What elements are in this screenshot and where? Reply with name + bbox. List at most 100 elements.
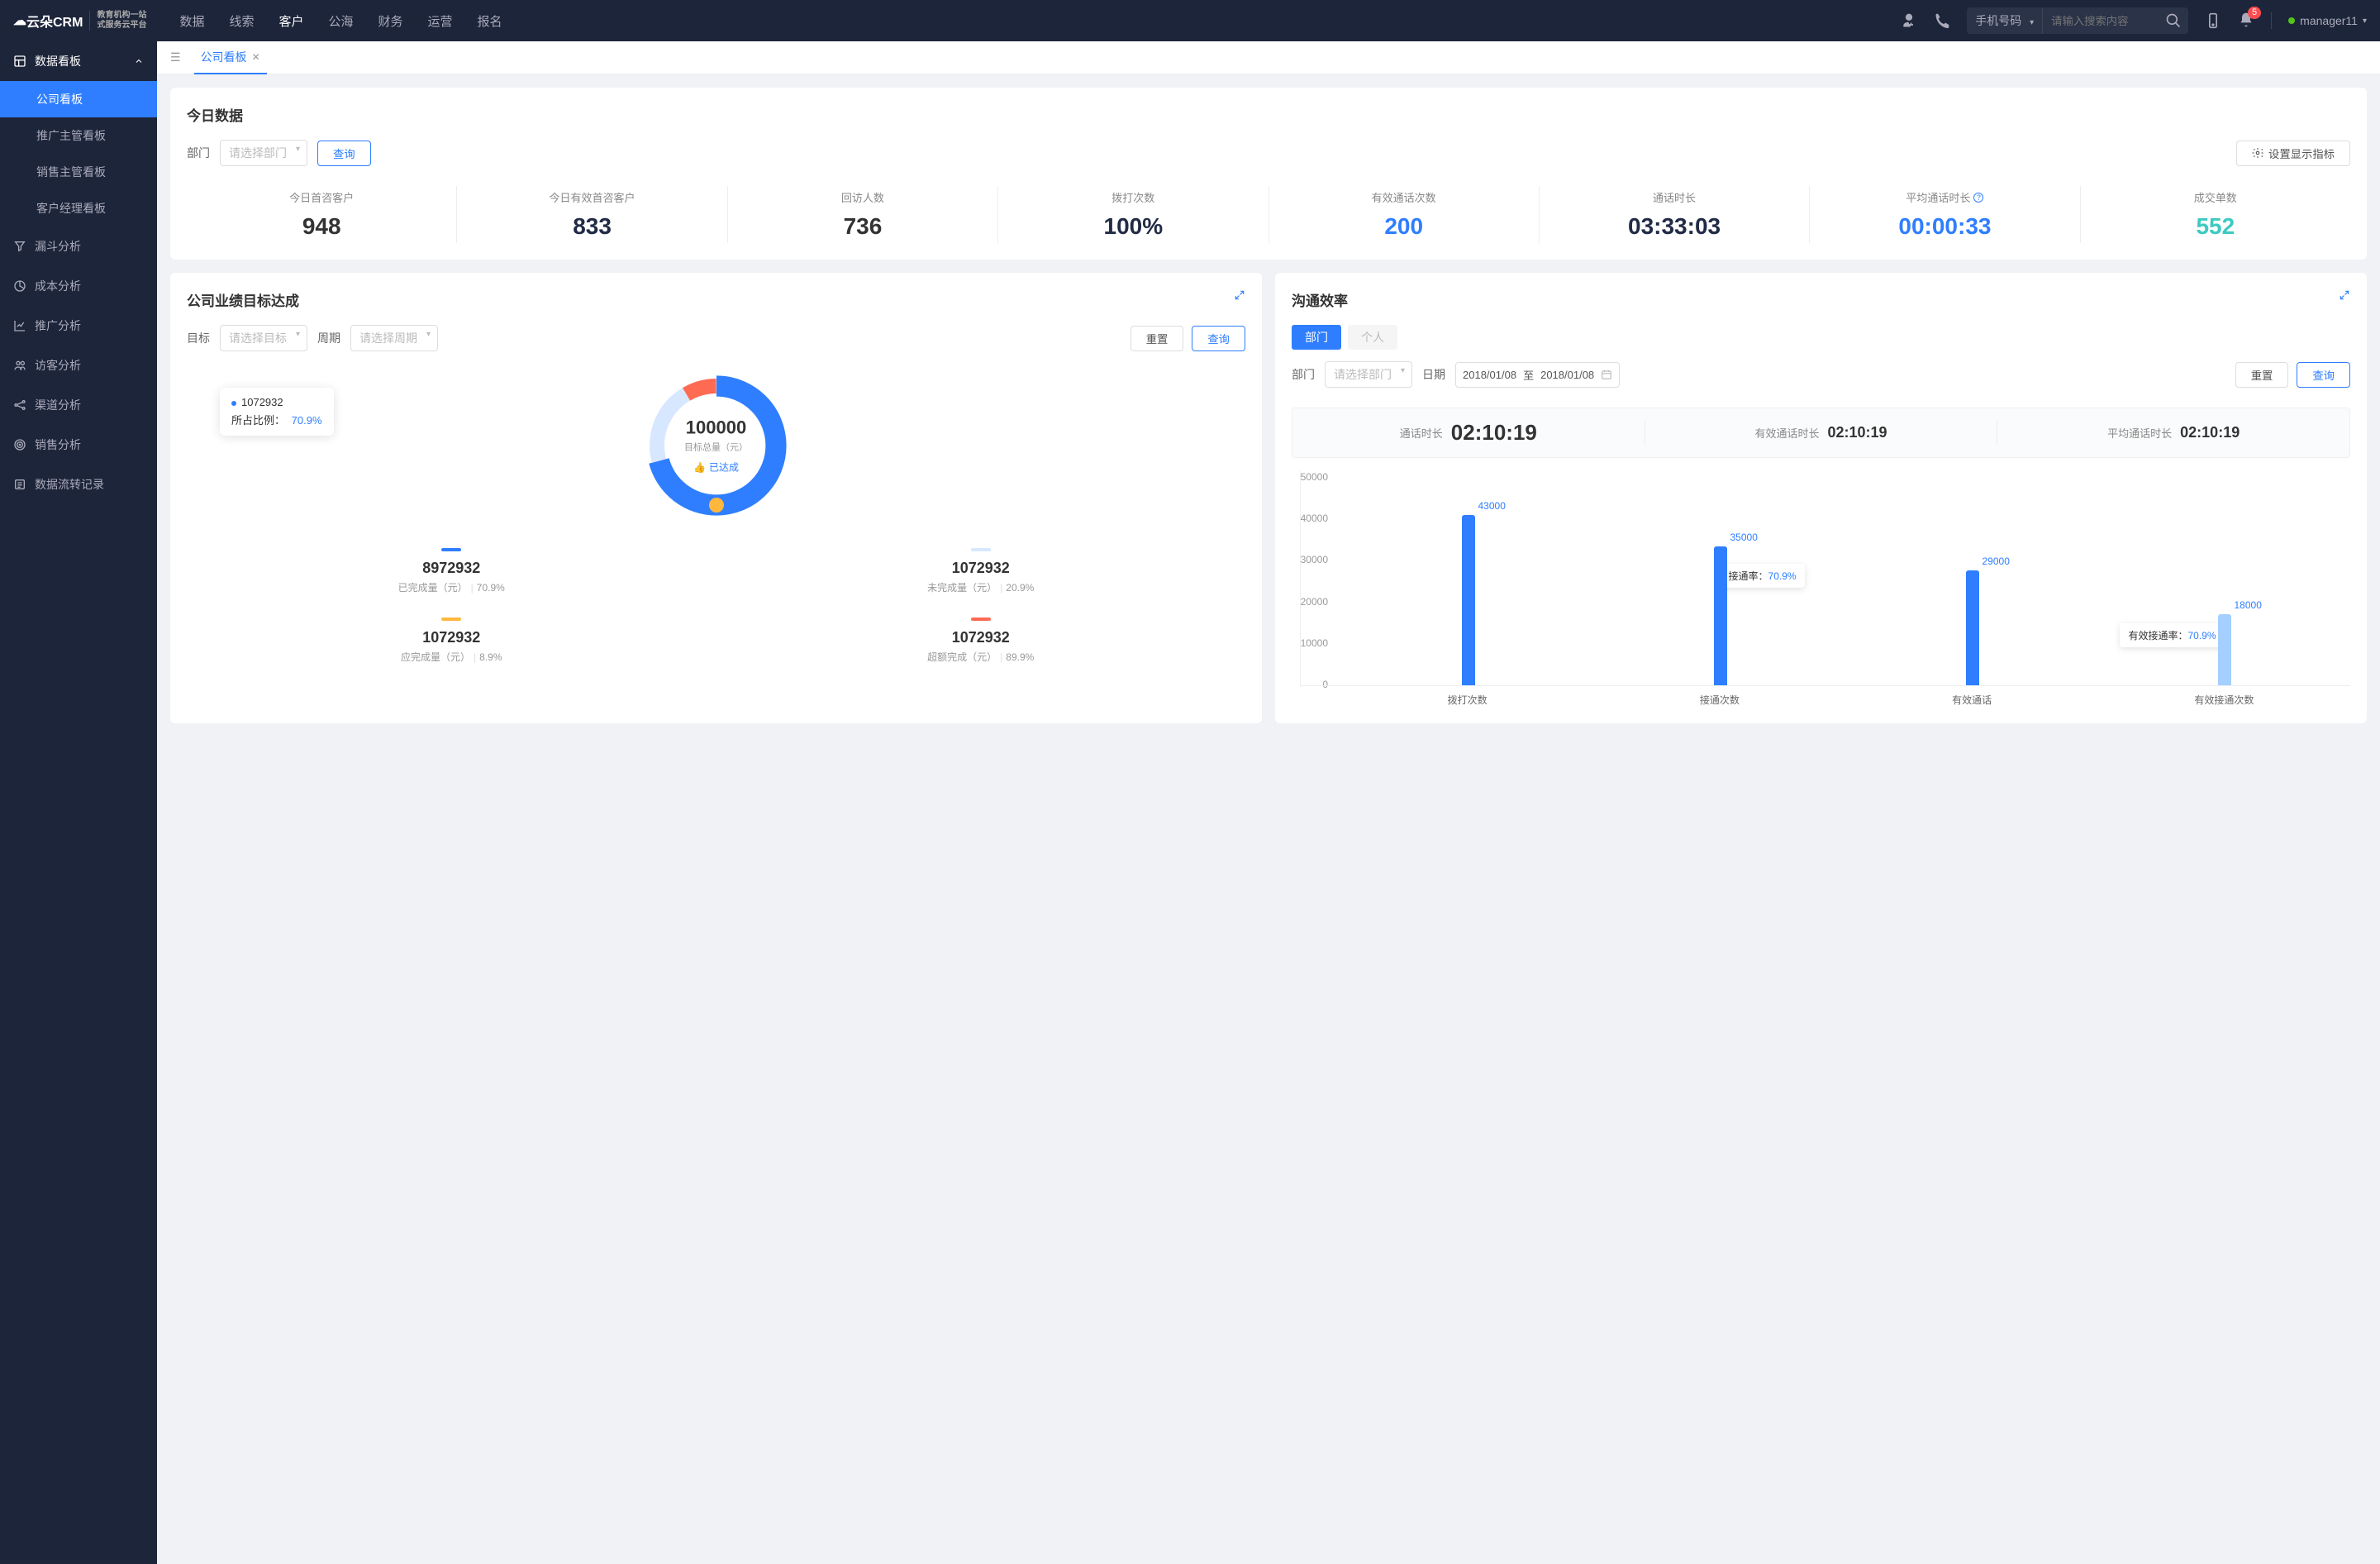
sidebar: 数据看板 公司看板 推广主管看板 销售主管看板 客户经理看板 漏斗分析 成本分析…: [0, 41, 157, 1564]
stat-item: 回访人数736: [728, 186, 998, 243]
time-stat: 平均通话时长02:10:19: [1997, 420, 2349, 446]
comm-card: 沟通效率 部门 个人 部门 请选择部门 日期 2018/01/08 至: [1275, 273, 2367, 723]
period-select[interactable]: 请选择周期: [350, 325, 438, 351]
pie-icon: [13, 279, 26, 293]
dept-label: 部门: [187, 145, 210, 161]
query-button[interactable]: 查询: [317, 141, 371, 166]
reset-button[interactable]: 重置: [1130, 326, 1184, 351]
x-axis: 拨打次数接通次数有效通话有效接通次数: [1292, 693, 2350, 707]
nav-customers[interactable]: 客户: [278, 12, 303, 30]
nav-signup[interactable]: 报名: [478, 12, 502, 30]
date-range-input[interactable]: 2018/01/08 至 2018/01/08: [1455, 362, 1620, 388]
tabs-bar: ☰ 公司看板 ✕: [157, 41, 2380, 74]
comm-title: 沟通效率: [1292, 289, 2350, 310]
mobile-icon[interactable]: [2205, 12, 2221, 29]
expand-icon[interactable]: [2339, 289, 2350, 301]
nav-public[interactable]: 公海: [329, 12, 354, 30]
seg-person[interactable]: 个人: [1348, 325, 1397, 350]
nav-finance[interactable]: 财务: [378, 12, 403, 30]
visitor-icon: [13, 359, 26, 372]
header-right: 手机号码 ▾ 5 manager11 ▾: [1901, 7, 2367, 34]
sidebar-item-visitor[interactable]: 访客分析: [0, 346, 157, 385]
info-icon[interactable]: ?: [1973, 193, 1983, 203]
settings-button[interactable]: 设置显示指标: [2236, 141, 2350, 166]
date-label: 日期: [1422, 366, 1445, 383]
gear-icon: [2252, 147, 2263, 159]
donut-stat: 1072932应完成量（元）|8.9%: [187, 606, 716, 675]
sidebar-item-sales-board[interactable]: 销售主管看板: [0, 154, 157, 190]
dept-select[interactable]: 请选择部门: [1325, 361, 1412, 388]
sidebar-item-manager-board[interactable]: 客户经理看板: [0, 190, 157, 226]
nav-data[interactable]: 数据: [179, 12, 204, 30]
stat-item: 通话时长03:33:03: [1540, 186, 1810, 243]
bars: 43000接通率：70.9%3500029000有效接通率：70.9%18000: [1300, 471, 2350, 686]
sidebar-group-dashboard[interactable]: 数据看板: [0, 41, 157, 81]
search-type-select[interactable]: 手机号码 ▾: [1967, 7, 2043, 34]
achieved-status: 👍 已达成: [684, 460, 748, 474]
bar: 18000: [2218, 614, 2231, 685]
target-select[interactable]: 请选择目标: [220, 325, 307, 351]
dept-select[interactable]: 请选择部门: [220, 140, 307, 166]
target-label: 目标: [187, 330, 210, 346]
donut-stat: 1072932超额完成（元）|89.9%: [716, 606, 1246, 675]
phone-icon[interactable]: [1934, 12, 1950, 29]
sidebar-item-company-board[interactable]: 公司看板: [0, 81, 157, 117]
thumbs-up-icon: 👍: [693, 461, 706, 473]
channel-icon: [13, 398, 26, 412]
dept-label: 部门: [1292, 366, 1315, 383]
hamburger-icon[interactable]: ☰: [170, 50, 181, 64]
sidebar-item-cost[interactable]: 成本分析: [0, 266, 157, 306]
sidebar-item-sales[interactable]: 销售分析: [0, 425, 157, 465]
bar-group: 有效接通率：70.9%18000: [2098, 471, 2350, 685]
user-menu[interactable]: manager11 ▾: [2288, 14, 2367, 27]
reset-button[interactable]: 重置: [2235, 362, 2289, 388]
sidebar-item-channel[interactable]: 渠道分析: [0, 385, 157, 425]
segment-control: 部门 个人: [1292, 325, 2350, 350]
sidebar-item-flow[interactable]: 数据流转记录: [0, 465, 157, 504]
list-icon: [13, 478, 26, 491]
bar-group: 43000: [1342, 471, 1594, 685]
goal-card: 公司业绩目标达成 目标 请选择目标 周期 请选择周期 重置 查询: [170, 273, 1262, 723]
stat-item: 平均通话时长?00:00:33: [1810, 186, 2080, 243]
bar: 35000: [1714, 546, 1727, 685]
query-button[interactable]: 查询: [2297, 362, 2350, 388]
nav-ops[interactable]: 运营: [428, 12, 453, 30]
nav-leads[interactable]: 线索: [229, 12, 254, 30]
chevron-up-icon: [134, 56, 144, 66]
logo-subtitle: 教育机构一站 式服务云平台: [89, 11, 146, 31]
search-input[interactable]: [2043, 10, 2159, 32]
status-dot: [2288, 17, 2295, 24]
close-icon[interactable]: ✕: [252, 51, 260, 63]
today-card: 今日数据 部门 请选择部门 查询 设置显示指标 今日首咨客户948今日有效首咨客…: [170, 88, 2367, 260]
stat-item: 今日有效首咨客户833: [457, 186, 727, 243]
stat-item: 成交单数552: [2081, 186, 2350, 243]
stat-item: 今日首咨客户948: [187, 186, 457, 243]
username: manager11: [2300, 14, 2358, 27]
time-stat: 通话时长02:10:19: [1292, 420, 1645, 446]
sidebar-item-promo-board[interactable]: 推广主管看板: [0, 117, 157, 154]
bar-tooltip: 接通率：70.9%: [1721, 564, 1805, 588]
main: ☰ 公司看板 ✕ 今日数据 部门 请选择部门 查询 设置显示指标: [157, 41, 2380, 1564]
expand-icon[interactable]: [1234, 289, 1245, 301]
goal-filter: 目标 请选择目标 周期 请选择周期 重置 查询: [187, 325, 1245, 351]
seg-dept[interactable]: 部门: [1292, 325, 1341, 350]
query-button[interactable]: 查询: [1192, 326, 1245, 351]
search-icon[interactable]: [2165, 12, 2182, 29]
comm-filter: 部门 请选择部门 日期 2018/01/08 至 2018/01/08 重置 查…: [1292, 361, 2350, 388]
chart-icon: [13, 319, 26, 332]
sidebar-item-promo[interactable]: 推广分析: [0, 306, 157, 346]
cloud-icon: ☁: [13, 12, 26, 29]
donut-tooltip: 1072932 所占比例： 70.9%: [220, 388, 334, 436]
person-add-icon[interactable]: [1901, 12, 1917, 29]
sidebar-item-funnel[interactable]: 漏斗分析: [0, 226, 157, 266]
tab-company-board[interactable]: 公司看板 ✕: [194, 41, 267, 74]
tooltip-dot: [231, 401, 236, 406]
calendar-icon: [1601, 369, 1612, 380]
search-box: 手机号码 ▾: [1967, 7, 2188, 34]
chevron-down-icon: ▾: [2363, 17, 2367, 26]
bar-group: 29000: [1846, 471, 2098, 685]
top-nav: 数据 线索 客户 公海 财务 运营 报名: [179, 12, 502, 30]
chevron-down-icon: ▾: [2030, 18, 2034, 27]
bar-group: 接通率：70.9%35000: [1594, 471, 1846, 685]
notifications[interactable]: 5: [2238, 12, 2254, 31]
